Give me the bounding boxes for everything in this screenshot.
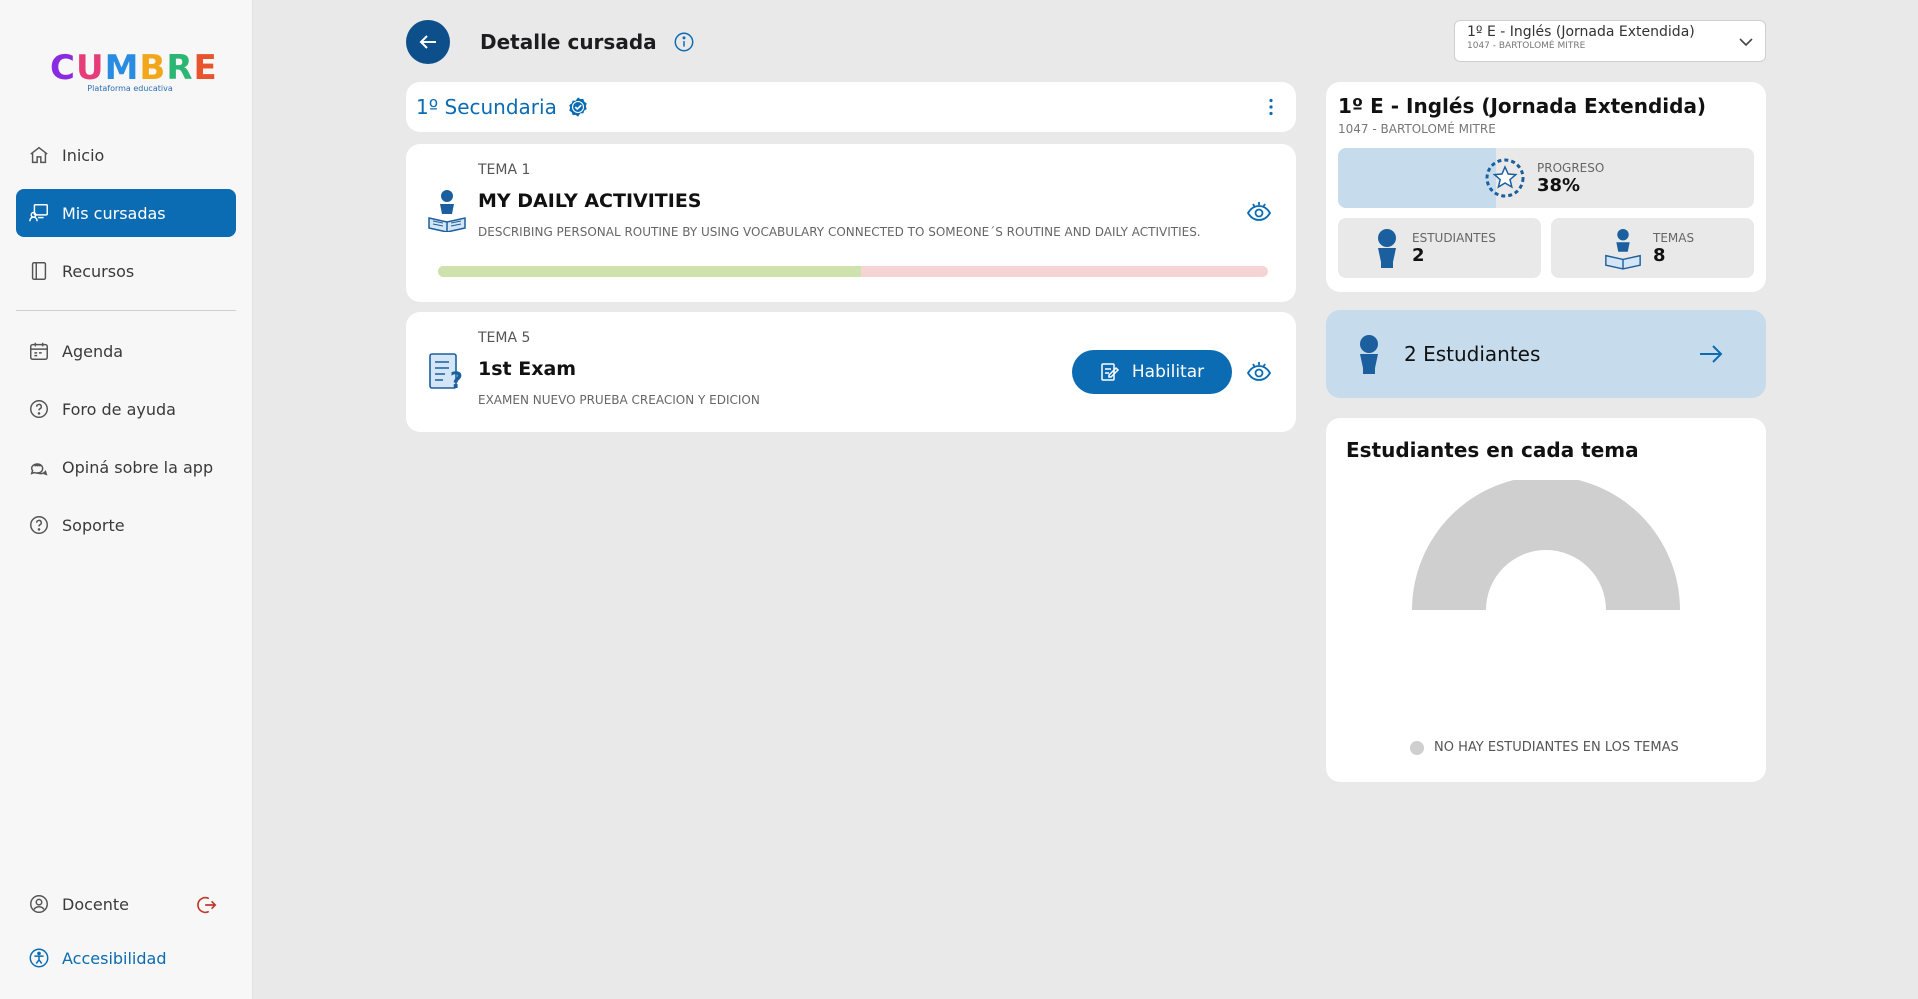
sidebar-item-agenda[interactable]: Agenda — [16, 327, 236, 375]
quiz-document-icon: ? — [429, 353, 463, 394]
svg-text:?: ? — [450, 369, 463, 394]
sidebar-item-label: Foro de ayuda — [62, 399, 176, 419]
sidebar-item-soporte[interactable]: Soporte — [16, 501, 236, 549]
students-link-label: 2 Estudiantes — [1404, 342, 1541, 366]
sidebar-item-label: Recursos — [62, 261, 135, 281]
eye-icon[interactable] — [1246, 359, 1272, 385]
student-avatar-icon — [1360, 335, 1378, 374]
progress-stat-content: PROGRESO 38% — [1483, 156, 1604, 200]
progress-value: 38% — [1537, 174, 1581, 196]
course-summary-card: 1º E - Inglés (Jornada Extendida) 1047 -… — [1326, 82, 1766, 292]
book-icon — [31, 262, 47, 280]
sidebar-item-mis-cursadas[interactable]: Mis cursadas — [16, 189, 236, 237]
chart-title: Estudiantes en cada tema — [1346, 438, 1639, 462]
cumbre-logo[interactable]: CUMBRE Plataforma educativa — [50, 48, 218, 102]
tema-description: DESCRIBING PERSONAL ROUTINE BY USING VOC… — [478, 225, 1201, 239]
tema-card-1[interactable]: TEMA 1 MY DAILY ACTIVITIES DESCRIBING PE… — [406, 144, 1296, 302]
enable-document-icon — [1101, 363, 1119, 381]
back-button[interactable] — [406, 20, 450, 64]
student-reading-icon — [428, 190, 466, 232]
sidebar-item-inicio[interactable]: Inicio — [16, 131, 236, 179]
sidebar-item-label: Docente — [62, 894, 130, 914]
tema-name: MY DAILY ACTIVITIES — [478, 190, 702, 212]
legend-dot — [1410, 740, 1424, 755]
tema-progress-fill — [438, 266, 862, 277]
eye-icon[interactable] — [1246, 199, 1272, 225]
tema-progress-bar — [438, 266, 1268, 277]
calendar-icon — [30, 342, 48, 360]
arrow-right-icon — [1700, 345, 1723, 363]
section-header: 1º Secundaria — [406, 82, 1296, 132]
student-avatar-icon — [1378, 229, 1396, 268]
section-title: 1º Secundaria — [416, 95, 557, 119]
students-label: ESTUDIANTES — [1412, 230, 1496, 245]
home-icon — [30, 146, 48, 164]
help-circle-icon — [30, 516, 48, 534]
sidebar-item-label: Opiná sobre la app — [62, 457, 214, 477]
user-circle-icon — [30, 895, 48, 913]
sidebar-item-label: Agenda — [62, 341, 124, 361]
students-per-tema-card: Estudiantes en cada tema NO HAY ESTUDIAN… — [1326, 418, 1766, 782]
students-stat: ESTUDIANTES 2 — [1338, 218, 1541, 278]
course-select[interactable]: 1º E - Inglés (Jornada Extendida) 1047 -… — [1454, 20, 1766, 62]
sidebar-item-foro-de-ayuda[interactable]: Foro de ayuda — [16, 385, 236, 433]
progress-stat: PROGRESO 38% — [1338, 148, 1754, 208]
sidebar-item-label: Inicio — [62, 145, 105, 165]
help-circle-icon — [30, 400, 48, 418]
students-per-tema-donut — [1412, 480, 1680, 610]
temas-stat: TEMAS 8 — [1551, 218, 1754, 278]
accessibility-icon — [29, 948, 49, 968]
temas-value: 8 — [1653, 244, 1666, 266]
chat-bubbles-icon — [30, 463, 48, 476]
classroom-icon — [29, 204, 48, 222]
sidebar-divider — [16, 310, 236, 311]
tema-name: 1st Exam — [478, 358, 577, 380]
temas-label: TEMAS — [1653, 230, 1695, 245]
verified-badge-icon — [569, 97, 587, 117]
logout-icon[interactable] — [196, 894, 218, 916]
chevron-down-icon — [1739, 38, 1753, 47]
sidebar-item-docente[interactable]: Docente — [16, 880, 216, 928]
habilitar-button[interactable]: Habilitar — [1072, 350, 1232, 394]
tema-card-5[interactable]: ? TEMA 5 1st Exam EXAMEN NUEVO PRUEBA CR… — [406, 312, 1296, 432]
more-options-icon[interactable] — [1268, 97, 1274, 117]
info-icon[interactable] — [673, 31, 695, 53]
chart-legend: NO HAY ESTUDIANTES EN LOS TEMAS — [1410, 740, 1679, 755]
habilitar-label: Habilitar — [1131, 362, 1205, 382]
page-title: Detalle cursada — [480, 30, 657, 54]
course-select-value: 1º E - Inglés (Jornada Extendida) — [1467, 24, 1695, 40]
course-summary-title: 1º E - Inglés (Jornada Extendida) — [1338, 94, 1707, 118]
sidebar-item-label: Mis cursadas — [62, 203, 166, 223]
tema-label: TEMA 5 — [478, 330, 531, 346]
sidebar: CUMBRE Plataforma educativa Inicio Mis c… — [0, 0, 253, 999]
sidebar-item-recursos[interactable]: Recursos — [16, 247, 236, 295]
page-header: Detalle cursada — [406, 20, 695, 64]
students-link-card[interactable]: 2 Estudiantes — [1326, 310, 1766, 398]
chart-empty-ring — [1412, 480, 1680, 610]
progress-label: PROGRESO — [1537, 160, 1605, 175]
star-progress-icon — [1485, 158, 1525, 198]
students-value: 2 — [1412, 244, 1425, 266]
progress-stat-fill — [1338, 148, 1497, 208]
course-summary-school: 1047 - BARTOLOMÉ MITRE — [1338, 122, 1496, 136]
course-select-school: 1047 - BARTOLOMÉ MITRE — [1467, 41, 1586, 51]
accessibility-label: Accesibilidad — [62, 948, 167, 968]
legend-empty-label: NO HAY ESTUDIANTES EN LOS TEMAS — [1434, 740, 1679, 755]
sidebar-item-opina-sobre-la-app[interactable]: Opiná sobre la app — [16, 443, 236, 491]
tema-description: EXAMEN NUEVO PRUEBA CREACION Y EDICION — [478, 393, 760, 407]
tema-label: TEMA 1 — [478, 162, 531, 178]
accessibility-button[interactable]: Accesibilidad — [16, 934, 236, 982]
arrow-left-icon — [419, 35, 436, 49]
logo-wordmark: CUMBRE — [50, 48, 218, 88]
student-reading-icon — [1605, 228, 1641, 270]
sidebar-item-label: Soporte — [62, 515, 125, 535]
